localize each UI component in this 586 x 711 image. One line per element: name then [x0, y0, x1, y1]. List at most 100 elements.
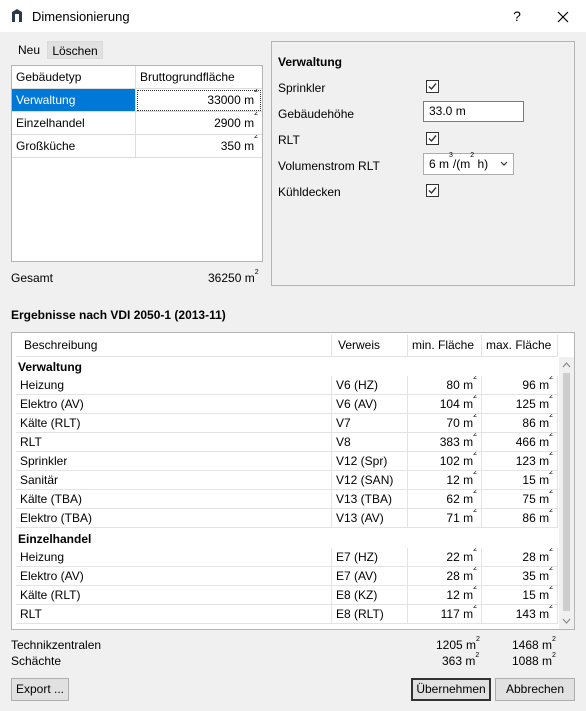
row-reference: V12 (Spr): [332, 452, 408, 471]
row-max-area: 143 m2: [482, 605, 558, 624]
app-logo-icon: [12, 9, 22, 22]
row-min-area: 102 m2: [408, 452, 482, 471]
row-reference: V12 (SAN): [332, 471, 408, 490]
flow-select[interactable]: 6 m3/(m2 h): [423, 152, 514, 175]
row-min-area: 70 m2: [408, 414, 482, 433]
vertical-scrollbar[interactable]: [559, 357, 574, 629]
row-max-area: 86 m2: [482, 414, 558, 433]
details-panel: Verwaltung Sprinkler Gebäudehöhe 33.0 m …: [271, 41, 575, 286]
row-reference: E7 (HZ): [332, 548, 408, 567]
cancel-button[interactable]: Abbrechen: [495, 678, 575, 701]
sprinkler-label: Sprinkler: [278, 81, 326, 95]
row-max-area: 35 m2: [482, 567, 558, 586]
row-reference: V8: [332, 433, 408, 452]
tech-centers-max: 1468 m2: [512, 636, 556, 652]
rlt-checkbox[interactable]: [426, 132, 439, 145]
column-header-area[interactable]: Bruttogrundfläche: [136, 66, 262, 89]
results-title: Ergebnisse nach VDI 2050-1 (2013-11): [11, 308, 226, 322]
height-input[interactable]: 33.0 m: [423, 101, 524, 122]
row-description: Kälte (TBA): [16, 490, 332, 509]
table-row-area[interactable]: 33000 m2: [136, 89, 262, 112]
column-header-max-area[interactable]: max. Fläche: [482, 335, 558, 357]
check-icon: [428, 187, 437, 195]
row-min-area: 12 m2: [408, 471, 482, 490]
row-reference: V6 (AV): [332, 395, 408, 414]
new-button[interactable]: Neu: [14, 41, 44, 59]
row-min-area: 80 m2: [408, 376, 482, 395]
row-description: Sanitär: [16, 471, 332, 490]
row-min-area: 104 m2: [408, 395, 482, 414]
row-reference: V13 (TBA): [332, 490, 408, 509]
table-row-type[interactable]: Großküche: [12, 135, 136, 158]
results-table: Beschreibung Verweis min. Fläche max. Fl…: [11, 332, 575, 630]
help-button[interactable]: ?: [494, 0, 540, 32]
row-max-area: 15 m2: [482, 471, 558, 490]
row-description: RLT: [16, 605, 332, 624]
check-icon: [428, 135, 437, 143]
row-min-area: 62 m2: [408, 490, 482, 509]
row-description: RLT: [16, 433, 332, 452]
row-max-area: 466 m2: [482, 433, 558, 452]
row-description: Kälte (RLT): [16, 586, 332, 605]
row-description: Heizung: [16, 376, 332, 395]
total-value: 36250 m2: [208, 269, 259, 285]
row-reference: V13 (AV): [332, 509, 408, 528]
group-header: Verwaltung: [18, 360, 83, 374]
delete-button[interactable]: Löschen: [47, 41, 103, 59]
cooling-label: Kühldecken: [278, 185, 341, 199]
column-header-description[interactable]: Beschreibung: [16, 335, 332, 357]
row-max-area: 15 m2: [482, 586, 558, 605]
title-bar: Dimensionierung ?: [0, 0, 586, 32]
height-label: Gebäudehöhe: [278, 107, 355, 121]
table-row-type[interactable]: Verwaltung: [12, 89, 136, 112]
tech-centers-label: Technikzentralen: [11, 638, 102, 652]
row-min-area: 28 m2: [408, 567, 482, 586]
close-button[interactable]: [540, 0, 586, 32]
window-title: Dimensionierung: [32, 9, 130, 24]
row-min-area: 71 m2: [408, 509, 482, 528]
row-max-area: 123 m2: [482, 452, 558, 471]
group-header: Einzelhandel: [18, 532, 92, 546]
row-max-area: 96 m2: [482, 376, 558, 395]
column-header-reference[interactable]: Verweis: [332, 335, 408, 357]
row-max-area: 75 m2: [482, 490, 558, 509]
apply-button[interactable]: Übernehmen: [411, 678, 491, 701]
details-title: Verwaltung: [278, 55, 343, 69]
shafts-max: 1088 m2: [512, 652, 556, 668]
check-icon: [428, 83, 437, 91]
row-reference: E7 (AV): [332, 567, 408, 586]
row-description: Kälte (RLT): [16, 414, 332, 433]
column-header-type[interactable]: Gebäudetyp: [12, 66, 136, 89]
scroll-down-icon[interactable]: [559, 615, 574, 627]
building-table: Gebäudetyp Bruttogrundfläche Verwaltung …: [11, 65, 263, 262]
shafts-min: 363 m2: [442, 652, 480, 668]
table-row-area[interactable]: 2900 m2: [136, 112, 262, 135]
row-max-area: 28 m2: [482, 548, 558, 567]
row-max-area: 86 m2: [482, 509, 558, 528]
row-min-area: 117 m2: [408, 605, 482, 624]
row-reference: V6 (HZ): [332, 376, 408, 395]
row-description: Sprinkler: [16, 452, 332, 471]
table-row-area[interactable]: 350 m2: [136, 135, 262, 158]
shafts-label: Schächte: [11, 654, 62, 668]
row-description: Heizung: [16, 548, 332, 567]
cooling-checkbox[interactable]: [426, 184, 439, 197]
row-min-area: 12 m2: [408, 586, 482, 605]
sprinkler-checkbox[interactable]: [426, 80, 439, 93]
scroll-up-icon[interactable]: [559, 359, 574, 371]
rlt-label: RLT: [278, 133, 300, 147]
row-reference: E8 (KZ): [332, 586, 408, 605]
row-reference: E8 (RLT): [332, 605, 408, 624]
row-min-area: 22 m2: [408, 548, 482, 567]
row-max-area: 125 m2: [482, 395, 558, 414]
export-button[interactable]: Export ...: [11, 678, 69, 701]
column-header-min-area[interactable]: min. Fläche: [408, 335, 482, 357]
flow-label: Volumenstrom RLT: [278, 159, 380, 173]
total-label: Gesamt: [11, 271, 54, 285]
row-description: Elektro (AV): [16, 567, 332, 586]
tech-centers-min: 1205 m2: [436, 636, 480, 652]
table-row-type[interactable]: Einzelhandel: [12, 112, 136, 135]
row-min-area: 383 m2: [408, 433, 482, 452]
scrollbar-thumb[interactable]: [563, 373, 570, 611]
row-description: Elektro (TBA): [16, 509, 332, 528]
